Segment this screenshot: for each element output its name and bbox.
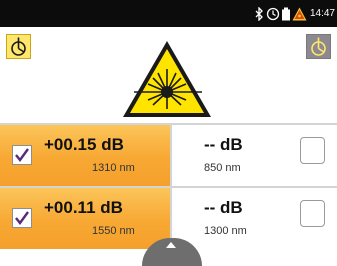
power-value: -- dB — [204, 198, 243, 217]
battery-icon — [281, 7, 290, 20]
wavelength-label: 1310 nm — [92, 162, 135, 174]
clock: 14:47 — [309, 8, 335, 19]
checkbox-unchecked[interactable] — [300, 137, 325, 164]
laser-warning-icon — [292, 7, 307, 20]
checkbox-unchecked[interactable] — [300, 200, 325, 227]
bluetooth-icon — [255, 6, 263, 21]
timer-icon — [266, 7, 280, 20]
checkmark-icon — [15, 211, 29, 225]
wavelength-cell-selected[interactable]: +00.15 dB 1310 nm — [0, 125, 170, 186]
source-button-secondary[interactable] — [306, 34, 331, 59]
measurement-row: +00.15 dB 1310 nm -- dB 850 nm — [0, 125, 337, 186]
wavelength-label: 1300 nm — [204, 225, 247, 237]
checkbox-checked[interactable] — [12, 208, 32, 228]
top-panel — [0, 27, 337, 125]
checkbox-checked[interactable] — [12, 145, 32, 165]
laser-hazard-icon — [123, 41, 211, 117]
power-value: -- dB — [204, 135, 243, 154]
wavelength-label: 1550 nm — [92, 225, 135, 237]
checkmark-icon — [15, 148, 29, 162]
power-source-icon — [11, 37, 26, 56]
power-value: +00.11 dB — [44, 198, 123, 217]
status-icons: 14:47 — [253, 0, 335, 27]
status-bar: 14:47 — [0, 0, 337, 27]
power-source-icon-secondary — [311, 37, 326, 56]
power-value: +00.15 dB — [44, 135, 124, 154]
wavelength-cell[interactable]: -- dB 850 nm — [172, 125, 337, 186]
source-button[interactable] — [6, 34, 31, 59]
wavelength-label: 850 nm — [204, 162, 241, 174]
chevron-up-icon — [166, 242, 176, 248]
wavelength-cell-selected[interactable]: +00.11 dB 1550 nm — [0, 188, 170, 249]
wavelength-cell[interactable]: -- dB 1300 nm — [172, 188, 337, 249]
